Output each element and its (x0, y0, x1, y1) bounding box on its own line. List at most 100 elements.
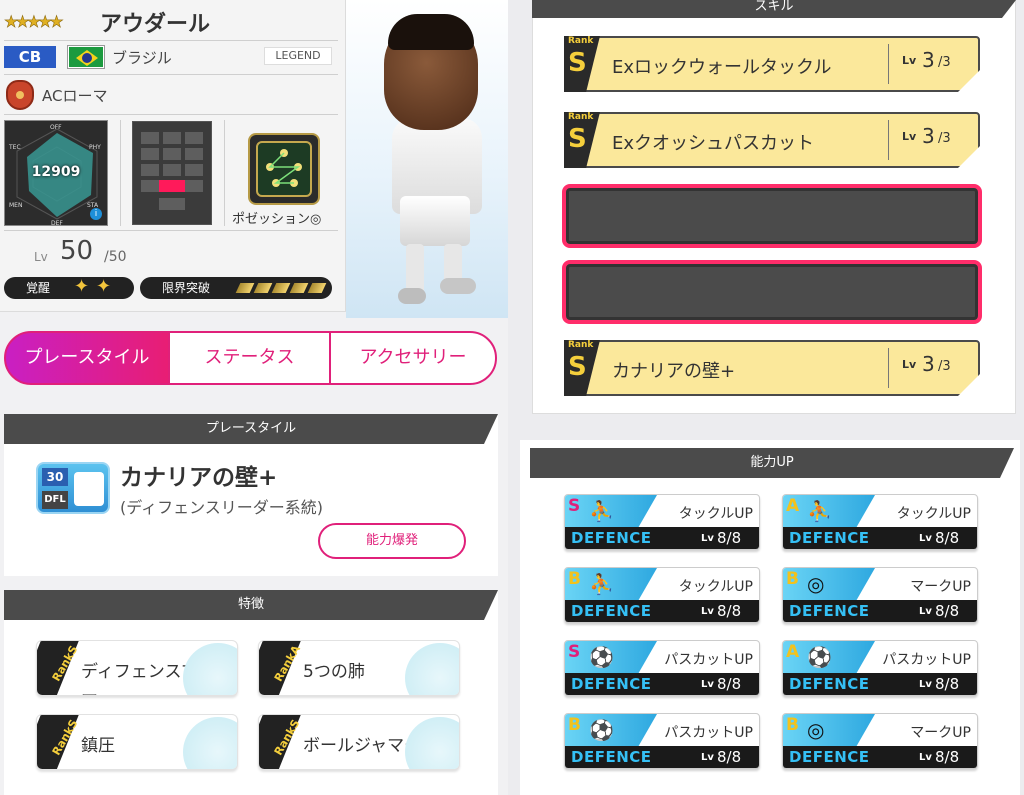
ability-up-card[interactable]: B ⚽ パスカットUP DEFENCE Lv 8/8 (564, 713, 760, 769)
limit-break-segment (307, 283, 327, 293)
ability-up-card[interactable]: A ⛹ タックルUP DEFENCE Lv 8/8 (782, 494, 978, 550)
rarity-label: LEGEND (264, 47, 332, 65)
skill-rank: S (568, 352, 587, 382)
rarity-stars: ★★★★★ (4, 12, 64, 32)
ability-name: タックルUP (896, 506, 971, 522)
tab-accessory[interactable]: アクセサリー (329, 331, 497, 385)
playstyle-badge-number: 30 (42, 468, 68, 486)
ability-rank: S (568, 642, 581, 662)
ability-up-card[interactable]: S ⚽ パスカットUP DEFENCE Lv 8/8 (564, 640, 760, 696)
feature-label: 5つの肺 (303, 662, 365, 682)
skill-level: 3 (922, 48, 935, 72)
skill-card[interactable]: Rank S カナリアの壁+ Lv 3 /3 (564, 340, 980, 396)
limit-break-segment (271, 283, 291, 293)
ball-cut-icon: ⚽ (807, 645, 832, 669)
soccer-ball-icon (183, 717, 237, 769)
limit-break-segment (253, 283, 273, 293)
ability-up-card[interactable]: B ⛹ タックルUP DEFENCE Lv 8/8 (564, 567, 760, 623)
ball-cut-icon: ⚽ (589, 645, 614, 669)
divider (4, 74, 338, 75)
position-map (132, 121, 212, 225)
level-label: Lv (34, 250, 48, 264)
ability-up-card[interactable]: B ◎ マークUP DEFENCE Lv 8/8 (782, 567, 978, 623)
tackle-icon: ⛹ (807, 499, 832, 523)
playstyle-subtitle: (ディフェンスリーダー系統) (120, 498, 324, 517)
divider (4, 40, 338, 41)
radar-label-phy: PHY (89, 144, 101, 151)
ability-rank: B (786, 715, 799, 735)
ability-name: マークUP (910, 725, 971, 741)
limit-break-label: 限界突破 (162, 281, 211, 295)
soccer-ball-icon (405, 717, 459, 769)
ability-rank: A (786, 642, 800, 662)
divider (224, 120, 225, 226)
divider (4, 230, 338, 231)
info-icon[interactable]: i (90, 208, 102, 220)
radar-label-tec: TEC (8, 144, 21, 151)
limit-break-bar[interactable]: 限界突破 (140, 277, 332, 299)
ability-up-card[interactable]: S ⛹ タックルUP DEFENCE Lv 8/8 (564, 494, 760, 550)
ability-rank: S (568, 496, 581, 516)
feature-rank: RankS (49, 643, 81, 684)
feature-card[interactable]: RankS 鎮圧 (36, 714, 238, 770)
ability-up-card[interactable]: A ⚽ パスカットUP DEFENCE Lv 8/8 (782, 640, 978, 696)
awakening-bar[interactable]: 覚醒 ✦ ✦ (4, 276, 134, 299)
sparkle-icon: ✦ (96, 276, 112, 297)
ability-name: タックルUP (678, 506, 753, 522)
awakening-label: 覚醒 (26, 281, 51, 295)
playstyle-badge-icon: 30 DFL (36, 462, 110, 514)
divider (4, 114, 338, 115)
skill-level: 3 (922, 124, 935, 148)
position-badge: CB (4, 46, 56, 68)
ability-name: タックルUP (678, 579, 753, 595)
feature-card[interactable]: RankA 5つの肺 (258, 640, 460, 696)
ability-rank: A (786, 496, 800, 516)
possession-tactic-icon[interactable] (248, 133, 320, 205)
ability-rank: B (786, 569, 799, 589)
skill-name: Exクオッシュパスカット (612, 133, 815, 154)
tab-playstyle[interactable]: プレースタイル (4, 331, 170, 385)
soccer-ball-icon (183, 643, 237, 695)
skill-card[interactable]: Rank S Exクオッシュパスカット Lv 3 /3 (564, 112, 980, 168)
ability-name: パスカットUP (664, 652, 753, 668)
skill-card[interactable]: Rank S Exロックウォールタックル Lv 3 /3 (564, 36, 980, 92)
club-name: ACローマ (42, 87, 108, 105)
defender-icon (74, 472, 104, 506)
nationality: ブラジル (112, 49, 172, 67)
playstyle-title: カナリアの壁+ (120, 465, 278, 491)
feature-rank: RankS (49, 717, 81, 758)
player-name: アウダール (100, 12, 211, 37)
tab-status[interactable]: ステータス (168, 331, 331, 385)
skills-header: スキル (532, 0, 1016, 18)
tackle-icon: ⛹ (589, 499, 614, 523)
playstyle-badge-code: DFL (42, 491, 68, 509)
empty-skill-slot[interactable] (562, 184, 982, 248)
ability-name: マークUP (910, 579, 971, 595)
feature-card[interactable]: RankS ディフェンスマスター (36, 640, 238, 696)
feature-rank: RankS (271, 717, 303, 758)
ability-burst-button[interactable]: 能力爆発 (318, 523, 466, 559)
playstyle-header: プレースタイル (4, 414, 498, 444)
skill-rank: S (568, 124, 587, 154)
level-max: /50 (104, 249, 127, 265)
skill-name: カナリアの壁+ (612, 361, 736, 382)
ability-rank: B (568, 715, 581, 735)
feature-card[interactable]: RankS ボールジャマー (258, 714, 460, 770)
tactic-label: ポゼッション◎ (232, 212, 322, 227)
limit-break-segment (289, 283, 309, 293)
ball-cut-icon: ⚽ (589, 718, 614, 742)
feature-label: ボールジャマー (303, 736, 422, 756)
empty-skill-slot[interactable] (562, 260, 982, 324)
target-icon: ◎ (807, 718, 825, 742)
sparkle-icon: ✦ (74, 276, 90, 297)
target-icon: ◎ (807, 572, 825, 596)
divider (120, 120, 121, 226)
ability-name: パスカットUP (664, 725, 753, 741)
ability-up-card[interactable]: B ◎ マークUP DEFENCE Lv 8/8 (782, 713, 978, 769)
position-highlight (159, 180, 185, 192)
radar-label-def: DEF (51, 220, 63, 227)
limit-break-segment (235, 283, 255, 293)
soccer-ball-icon (405, 643, 459, 695)
radar-label-men: MEN (9, 202, 22, 209)
level-value: 50 (60, 236, 94, 266)
